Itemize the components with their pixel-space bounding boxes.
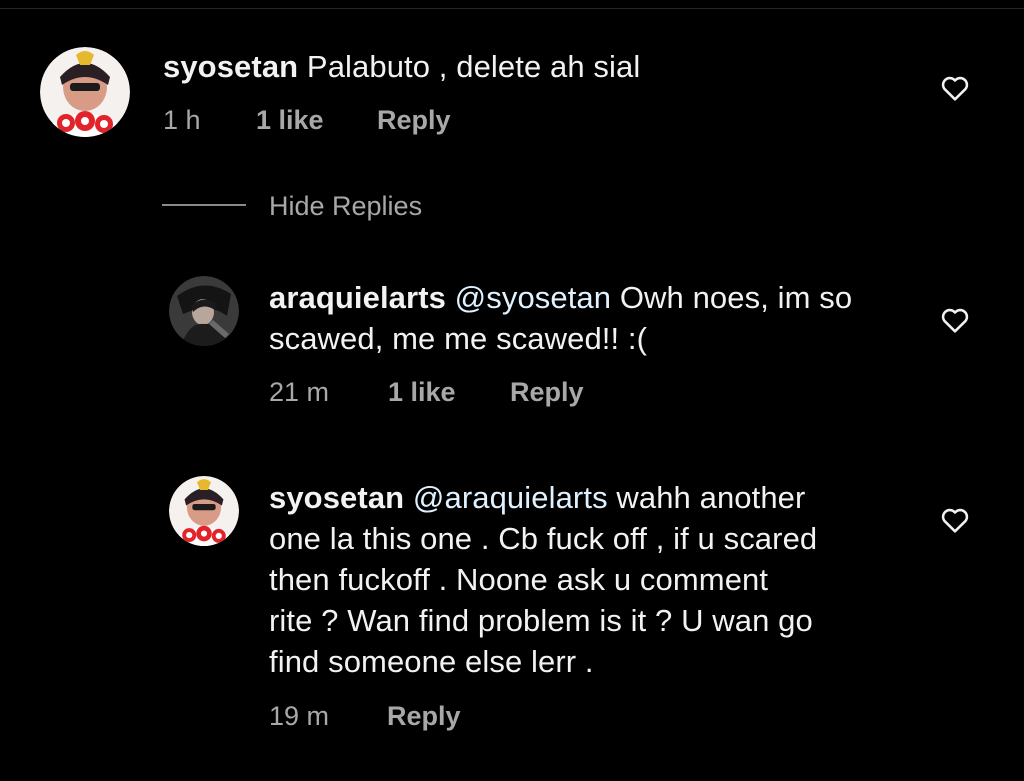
heart-outline-icon <box>941 76 969 101</box>
reply-button[interactable]: Reply <box>387 700 461 732</box>
replies-divider <box>162 204 246 206</box>
comment-timestamp: 21 m <box>269 377 330 407</box>
comment-body-line: rite ? Wan find problem is it ? U wan go <box>269 603 813 638</box>
profile-avatar-icon <box>169 476 239 546</box>
comment-text: syosetan @araquielarts wahh another one … <box>269 477 817 682</box>
avatar[interactable] <box>169 276 239 346</box>
top-divider <box>0 8 1024 9</box>
comment-timestamp: 19 m <box>269 701 330 731</box>
avatar[interactable] <box>169 476 239 546</box>
comment-username[interactable]: syosetan <box>269 480 404 515</box>
comment-timestamp: 1 h <box>163 105 201 135</box>
comment-body-line: then fuckoff . Noone ask u comment <box>269 562 769 597</box>
comment-body: Owh noes, im so <box>611 280 853 315</box>
avatar[interactable] <box>40 47 130 137</box>
comment-body: Palabuto , delete ah sial <box>298 49 641 84</box>
mention-link[interactable]: @araquielarts <box>413 480 608 515</box>
profile-avatar-icon <box>40 47 130 137</box>
comment-text: araquielarts @syosetan Owh noes, im so s… <box>269 277 852 359</box>
comment-body-line: one la this one . Cb fuck off , if u sca… <box>269 521 818 556</box>
comment-text: syosetan Palabuto , delete ah sial <box>163 46 640 87</box>
comment-body-line: scawed, me me scawed!! :( <box>269 321 648 356</box>
like-count-link[interactable]: 1 like <box>256 104 324 136</box>
heart-outline-icon <box>941 308 969 333</box>
like-button[interactable] <box>939 504 971 536</box>
comment-body-line: find someone else lerr . <box>269 644 594 679</box>
hide-replies-label[interactable]: Hide Replies <box>269 190 422 222</box>
profile-avatar-icon <box>169 276 239 346</box>
comment-username[interactable]: araquielarts <box>269 280 446 315</box>
like-count-link[interactable]: 1 like <box>388 376 456 408</box>
heart-outline-icon <box>941 508 969 533</box>
mention-link[interactable]: @syosetan <box>455 280 611 315</box>
comment-username[interactable]: syosetan <box>163 49 298 84</box>
comment-body: wahh another <box>607 480 806 515</box>
reply-button[interactable]: Reply <box>377 104 451 136</box>
like-button[interactable] <box>939 304 971 336</box>
like-button[interactable] <box>939 72 971 104</box>
reply-button[interactable]: Reply <box>510 376 584 408</box>
